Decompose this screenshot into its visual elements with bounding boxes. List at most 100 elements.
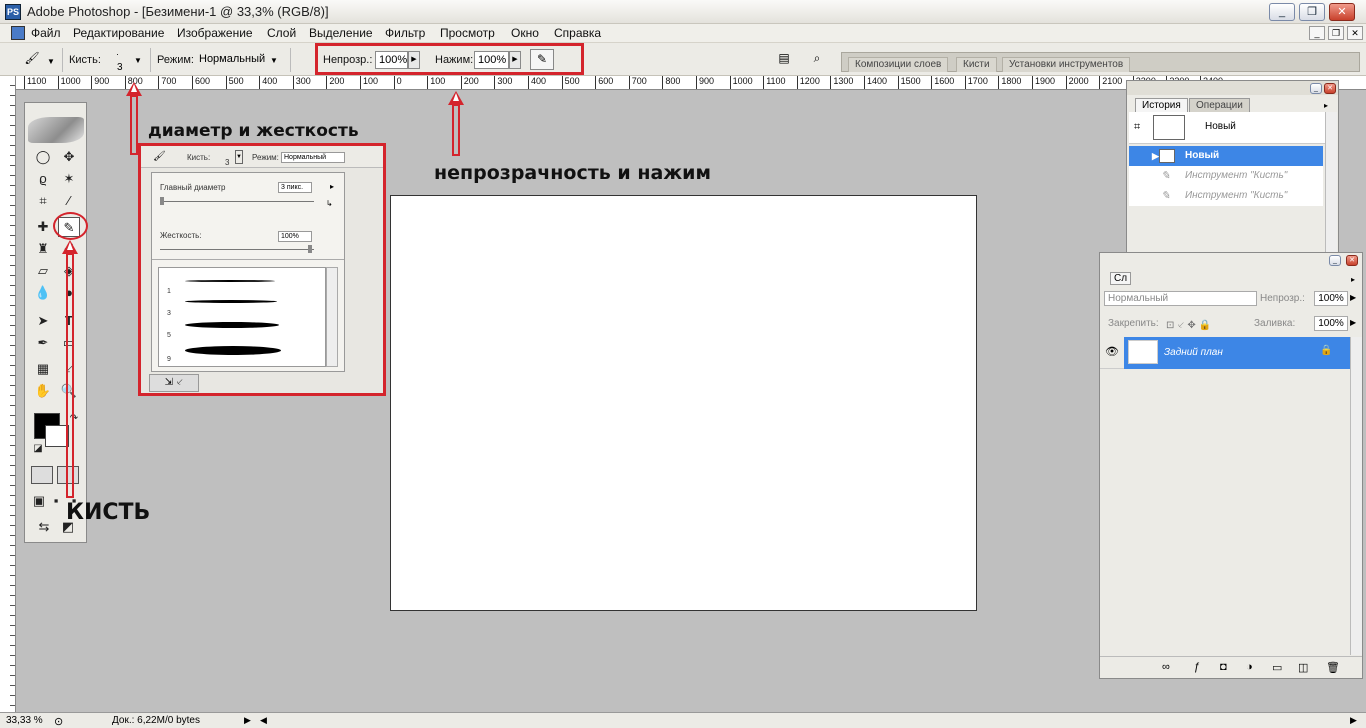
brush-stroke-2[interactable]: [185, 300, 277, 303]
lasso-icon[interactable]: ϱ: [32, 169, 54, 189]
photoshop-app-icon: PS: [5, 4, 21, 20]
zoom-level[interactable]: 33,33 %: [6, 715, 43, 726]
slice-icon[interactable]: ⁄: [58, 191, 80, 211]
delete-layer-icon[interactable]: 🗑: [1326, 661, 1340, 674]
doc-close-button[interactable]: ✕: [1347, 26, 1363, 40]
layers-minimize-button[interactable]: _: [1329, 255, 1341, 266]
hardness-slider-thumb[interactable]: [308, 245, 312, 253]
menu-file[interactable]: Файл: [31, 26, 61, 40]
blur-icon[interactable]: 💧: [32, 283, 54, 303]
doc-restore-button[interactable]: ❐: [1328, 26, 1344, 40]
healing-brush-icon[interactable]: ✚: [32, 217, 54, 237]
brush-stroke-1[interactable]: [185, 280, 275, 282]
fill-slider-icon[interactable]: ▶: [1350, 318, 1356, 327]
minimize-button[interactable]: _: [1269, 3, 1295, 21]
mode-dropdown-icon[interactable]: ▼: [270, 56, 278, 65]
history-menu-icon[interactable]: ▸: [1324, 101, 1328, 110]
fill-input[interactable]: 100%: [1314, 316, 1348, 331]
layers-close-button[interactable]: ✕: [1346, 255, 1358, 266]
brush-stroke-4[interactable]: [185, 346, 281, 355]
history-row[interactable]: ▶ Новый: [1129, 146, 1323, 166]
history-close-button[interactable]: ✕: [1324, 83, 1336, 94]
adjustment-layer-icon[interactable]: ◑: [1246, 661, 1253, 673]
notes-icon[interactable]: ▦: [32, 359, 54, 379]
menu-layer[interactable]: Слой: [267, 26, 296, 40]
new-group-icon[interactable]: ▭: [1272, 661, 1282, 674]
close-button[interactable]: ✕: [1329, 3, 1355, 21]
document-canvas[interactable]: [390, 195, 977, 611]
menu-select[interactable]: Выделение: [309, 26, 373, 40]
hardness-input[interactable]: 100%: [278, 231, 312, 242]
blend-mode-select[interactable]: Нормальный: [1104, 291, 1257, 306]
history-row[interactable]: ✎ Инструмент "Кисть": [1129, 186, 1323, 206]
popup-brush-label: Кисть:: [187, 153, 211, 162]
layer-style-icon[interactable]: ƒ: [1194, 661, 1200, 673]
brush-size-value[interactable]: 3: [117, 62, 123, 73]
magic-wand-icon[interactable]: ✶: [58, 169, 80, 189]
menu-image[interactable]: Изображение: [177, 26, 253, 40]
link-icon[interactable]: ∞: [1162, 661, 1170, 673]
path-selection-icon[interactable]: ➤: [32, 311, 54, 331]
master-diameter-input[interactable]: 3 пикс.: [278, 182, 312, 193]
menu-help[interactable]: Справка: [554, 26, 601, 40]
hand-icon[interactable]: ✋: [32, 381, 54, 401]
marquee-icon[interactable]: ◯: [32, 147, 54, 167]
clone-stamp-icon[interactable]: ♜: [32, 239, 54, 259]
diameter-slider-thumb[interactable]: [160, 197, 164, 205]
popup-mode-select[interactable]: Нормальный: [281, 152, 345, 163]
menu-view[interactable]: Просмотр: [440, 26, 495, 40]
scroll-left-icon[interactable]: ◀: [260, 715, 267, 726]
tab-layer-comps[interactable]: Композиции слоев: [848, 57, 949, 72]
eye-icon[interactable]: 👁: [1105, 345, 1119, 358]
brush-picker-dropdown-icon[interactable]: ▼: [134, 56, 142, 65]
move-icon[interactable]: ✥: [58, 147, 80, 167]
menu-filter[interactable]: Фильтр: [385, 26, 425, 40]
snapshot-brush-icon[interactable]: ⌗: [1134, 121, 1140, 134]
default-colors-icon[interactable]: ◪: [27, 439, 49, 459]
brush-preset-icon[interactable]: 🖌: [20, 49, 44, 70]
status-menu-icon[interactable]: ▶: [244, 715, 251, 726]
brush-stroke-list[interactable]: 1 3 5 9: [158, 267, 326, 367]
zoom-icon[interactable]: ⊙: [54, 715, 63, 728]
popup-bottom-tools-icon[interactable]: ⇲ ⸔: [149, 374, 199, 392]
menu-window[interactable]: Окно: [511, 26, 539, 40]
layers-scrollbar[interactable]: [1350, 337, 1362, 655]
scroll-right-icon[interactable]: ▶: [1350, 715, 1357, 726]
palette-icon[interactable]: ▤: [772, 49, 796, 70]
hardness-slider[interactable]: [160, 249, 314, 250]
history-snapshot[interactable]: ⌗ Новый: [1129, 112, 1325, 144]
crop-icon[interactable]: ⌗: [32, 191, 54, 211]
visibility-cell[interactable]: 👁: [1100, 337, 1124, 369]
brush-stroke-3[interactable]: [185, 322, 279, 328]
file-browser-icon[interactable]: ⌕: [805, 49, 829, 70]
diameter-slider[interactable]: [160, 201, 314, 202]
layer-opacity-input[interactable]: 100%: [1314, 291, 1348, 306]
history-scrollbar[interactable]: [1325, 112, 1337, 262]
layer-opacity-slider-icon[interactable]: ▶: [1350, 293, 1356, 302]
standard-mode-icon[interactable]: [31, 466, 53, 484]
reset-size-icon[interactable]: ↳: [326, 199, 333, 208]
panel-menu-icon[interactable]: ▸: [330, 182, 334, 191]
layers-menu-icon[interactable]: ▸: [1351, 275, 1355, 284]
eraser-icon[interactable]: ▱: [32, 261, 54, 281]
tab-tool-presets[interactable]: Установки инструментов: [1002, 57, 1131, 72]
lock-icons[interactable]: ⊡ ⸔ ✥ 🔒: [1166, 317, 1211, 331]
history-minimize-button[interactable]: _: [1310, 83, 1322, 94]
new-layer-icon[interactable]: ◫: [1298, 661, 1308, 674]
menu-edit[interactable]: Редактирование: [73, 26, 164, 40]
history-row[interactable]: ✎ Инструмент "Кисть": [1129, 166, 1323, 186]
mask-icon[interactable]: ◘: [1220, 661, 1227, 673]
document-menu-icon[interactable]: [11, 26, 25, 40]
pen-icon[interactable]: ✒: [32, 333, 54, 353]
doc-minimize-button[interactable]: _: [1309, 26, 1325, 40]
layer-row-background[interactable]: Задний план 🔒: [1124, 337, 1354, 369]
tab-actions[interactable]: Операции: [1189, 98, 1250, 113]
popup-dropdown-icon[interactable]: ▼: [235, 150, 243, 164]
brush-list-scrollbar[interactable]: [326, 267, 338, 367]
tab-layers[interactable]: Сл: [1110, 272, 1132, 285]
jump-to-imageready-icon[interactable]: ⇆: [33, 517, 55, 537]
preset-dropdown-icon[interactable]: ▼: [47, 57, 55, 66]
tab-history[interactable]: История: [1135, 98, 1188, 113]
maximize-button[interactable]: ❐: [1299, 3, 1325, 21]
tab-brushes[interactable]: Кисти: [956, 57, 997, 72]
